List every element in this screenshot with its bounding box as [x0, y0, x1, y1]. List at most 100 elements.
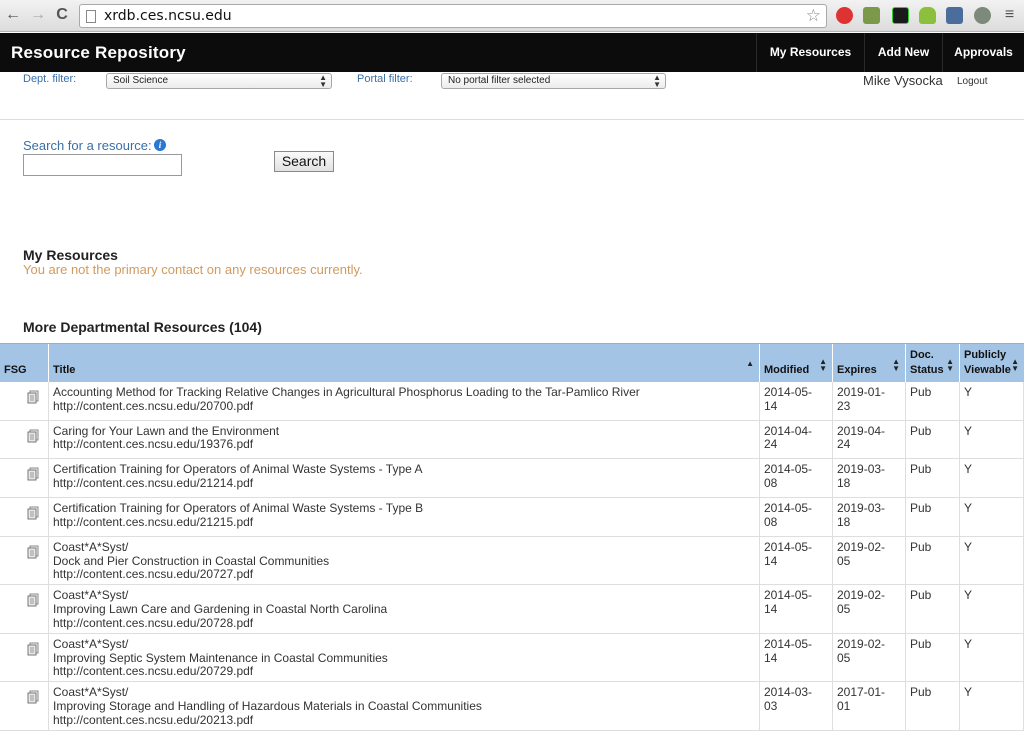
- resource-title[interactable]: Caring for Your Lawn and the Environment: [53, 424, 755, 439]
- extension-circle-icon[interactable]: [974, 7, 991, 24]
- expires-value: 18: [837, 514, 851, 529]
- title-cell: Coast*A*Syst/Improving Lawn Care and Gar…: [49, 585, 760, 633]
- expires-cell: 2019-02- 05: [833, 585, 906, 633]
- table-row[interactable]: Accounting Method for Tracking Relative …: [0, 382, 1024, 421]
- document-icon[interactable]: [26, 429, 40, 443]
- search-input[interactable]: [23, 154, 182, 176]
- logout-link[interactable]: Logout: [957, 76, 988, 87]
- user-name: Mike Vysocka: [863, 73, 943, 88]
- viewable-value: Y: [964, 636, 973, 651]
- info-icon[interactable]: i: [154, 139, 166, 151]
- document-icon[interactable]: [26, 390, 40, 404]
- nav-add-new[interactable]: Add New: [864, 33, 942, 72]
- column-header-fsg[interactable]: FSG: [0, 344, 49, 383]
- resource-title[interactable]: Improving Lawn Care and Gardening in Coa…: [53, 602, 755, 617]
- extension-search-icon[interactable]: [836, 7, 853, 24]
- reload-icon[interactable]: C: [53, 6, 71, 24]
- bookmark-star-icon[interactable]: ☆: [806, 6, 821, 26]
- table-row[interactable]: Caring for Your Lawn and the Environment…: [0, 420, 1024, 460]
- address-url[interactable]: xrdb.ces.ncsu.edu: [104, 8, 232, 24]
- menu-icon[interactable]: ≡: [1001, 7, 1018, 24]
- table-row[interactable]: Certification Training for Operators of …: [0, 498, 1024, 537]
- modified-value: 2014-05-: [764, 539, 813, 554]
- resource-title[interactable]: Accounting Method for Tracking Relative …: [53, 385, 755, 400]
- browser-toolbar: ← → C xrdb.ces.ncsu.edu ☆ ≡: [0, 0, 1024, 32]
- sort-icon: ▲ ▼: [946, 357, 954, 373]
- status-cell: Pub: [906, 536, 960, 585]
- modified-value: 2014-05-: [764, 501, 813, 516]
- table-row[interactable]: Certification Training for Operators of …: [0, 459, 1024, 499]
- viewable-cell: Y: [960, 536, 1024, 585]
- table-row[interactable]: Coast*A*Syst/Improving Storage and Handl…: [0, 682, 1024, 731]
- resource-url-link[interactable]: http://content.ces.ncsu.edu/19376.pdf: [53, 438, 755, 452]
- address-bar[interactable]: xrdb.ces.ncsu.edu ☆: [79, 4, 827, 28]
- resource-url-link[interactable]: http://content.ces.ncsu.edu/20727.pdf: [53, 567, 755, 582]
- fsg-cell: [0, 633, 49, 682]
- resource-title[interactable]: Coast*A*Syst/: [53, 637, 755, 652]
- nav-approvals[interactable]: Approvals: [942, 33, 1024, 72]
- resource-title[interactable]: Dock and Pier Construction in Coastal Co…: [53, 554, 755, 569]
- sort-icon: ▲ ▼: [892, 357, 900, 373]
- expires-value: 23: [837, 398, 851, 413]
- table-row[interactable]: Coast*A*Syst/Improving Lawn Care and Gar…: [0, 585, 1024, 634]
- resource-url-link[interactable]: http://content.ces.ncsu.edu/20213.pdf: [53, 713, 755, 728]
- expires-value: 05: [837, 602, 851, 616]
- table-row[interactable]: Coast*A*Syst/Improving Septic System Mai…: [0, 633, 1024, 683]
- expires-value: 2019-02-: [837, 588, 886, 603]
- extension-camera-icon[interactable]: [946, 7, 963, 24]
- extension-android-icon[interactable]: [919, 7, 936, 24]
- viewable-value: Y: [964, 462, 973, 477]
- document-icon[interactable]: [26, 545, 40, 559]
- portal-filter-select[interactable]: No portal filter selected ▲ ▼: [441, 73, 666, 89]
- modified-value: 14: [764, 553, 778, 568]
- viewable-cell: Y: [960, 382, 1024, 420]
- extension-jquery-icon[interactable]: [892, 7, 909, 24]
- select-arrows-icon: ▲ ▼: [653, 73, 661, 89]
- resource-title[interactable]: Improving Septic System Maintenance in C…: [53, 651, 755, 666]
- document-icon[interactable]: [26, 642, 40, 656]
- table-row[interactable]: Coast*A*Syst/Dock and Pier Construction …: [0, 536, 1024, 586]
- document-icon[interactable]: [26, 690, 40, 704]
- modified-cell: 2014-04- 24: [760, 420, 833, 459]
- modified-value: 14: [764, 398, 778, 413]
- app-title[interactable]: Resource Repository: [11, 43, 186, 63]
- modified-value: 2014-05-: [764, 462, 813, 477]
- fsg-cell: [0, 498, 49, 536]
- column-header-expires[interactable]: Expires ▲ ▼: [833, 344, 906, 383]
- column-header-title[interactable]: Title ▲: [49, 344, 760, 383]
- viewable-cell: Y: [960, 420, 1024, 459]
- resource-url-link[interactable]: http://content.ces.ncsu.edu/20700.pdf: [53, 399, 755, 414]
- document-icon[interactable]: [26, 506, 40, 520]
- dept-filter-select[interactable]: Soil Science ▲ ▼: [106, 73, 332, 89]
- back-arrow-icon[interactable]: ←: [4, 6, 22, 24]
- nav-my-resources[interactable]: My Resources: [756, 33, 864, 72]
- column-header-viewable[interactable]: Publicly Viewable ▲ ▼: [960, 344, 1024, 383]
- resource-title[interactable]: Certification Training for Operators of …: [53, 501, 755, 516]
- resource-title[interactable]: Improving Storage and Handling of Hazard…: [53, 699, 755, 714]
- status-value: Pub: [910, 423, 932, 438]
- resource-title[interactable]: Coast*A*Syst/: [53, 589, 755, 603]
- status-cell: Pub: [906, 382, 960, 420]
- resource-title[interactable]: Coast*A*Syst/: [53, 540, 755, 555]
- forward-arrow-icon[interactable]: →: [29, 6, 47, 24]
- column-header-modified[interactable]: Modified ▲ ▼: [760, 344, 833, 383]
- resource-title[interactable]: Coast*A*Syst/: [53, 686, 755, 700]
- column-header-status[interactable]: Doc. Status ▲ ▼: [906, 344, 960, 383]
- expires-value: 2019-03-: [837, 501, 886, 516]
- document-icon[interactable]: [26, 467, 40, 481]
- modified-cell: 2014-05- 14: [760, 585, 833, 633]
- resource-title[interactable]: Certification Training for Operators of …: [53, 463, 755, 477]
- extension-clip-icon[interactable]: [863, 7, 880, 24]
- status-value: Pub: [910, 385, 932, 399]
- resource-url-link[interactable]: http://content.ces.ncsu.edu/21214.pdf: [53, 476, 755, 491]
- status-cell: Pub: [906, 682, 960, 730]
- resource-url-link[interactable]: http://content.ces.ncsu.edu/21215.pdf: [53, 515, 755, 530]
- fsg-cell: [0, 536, 49, 585]
- document-icon[interactable]: [26, 593, 40, 607]
- modified-value: 14: [764, 650, 778, 665]
- modified-value: 24: [764, 437, 778, 452]
- resource-url-link[interactable]: http://content.ces.ncsu.edu/20728.pdf: [53, 616, 755, 631]
- search-button[interactable]: Search: [274, 151, 334, 172]
- expires-value: 2019-03-: [837, 462, 886, 477]
- resource-url-link[interactable]: http://content.ces.ncsu.edu/20729.pdf: [53, 664, 755, 679]
